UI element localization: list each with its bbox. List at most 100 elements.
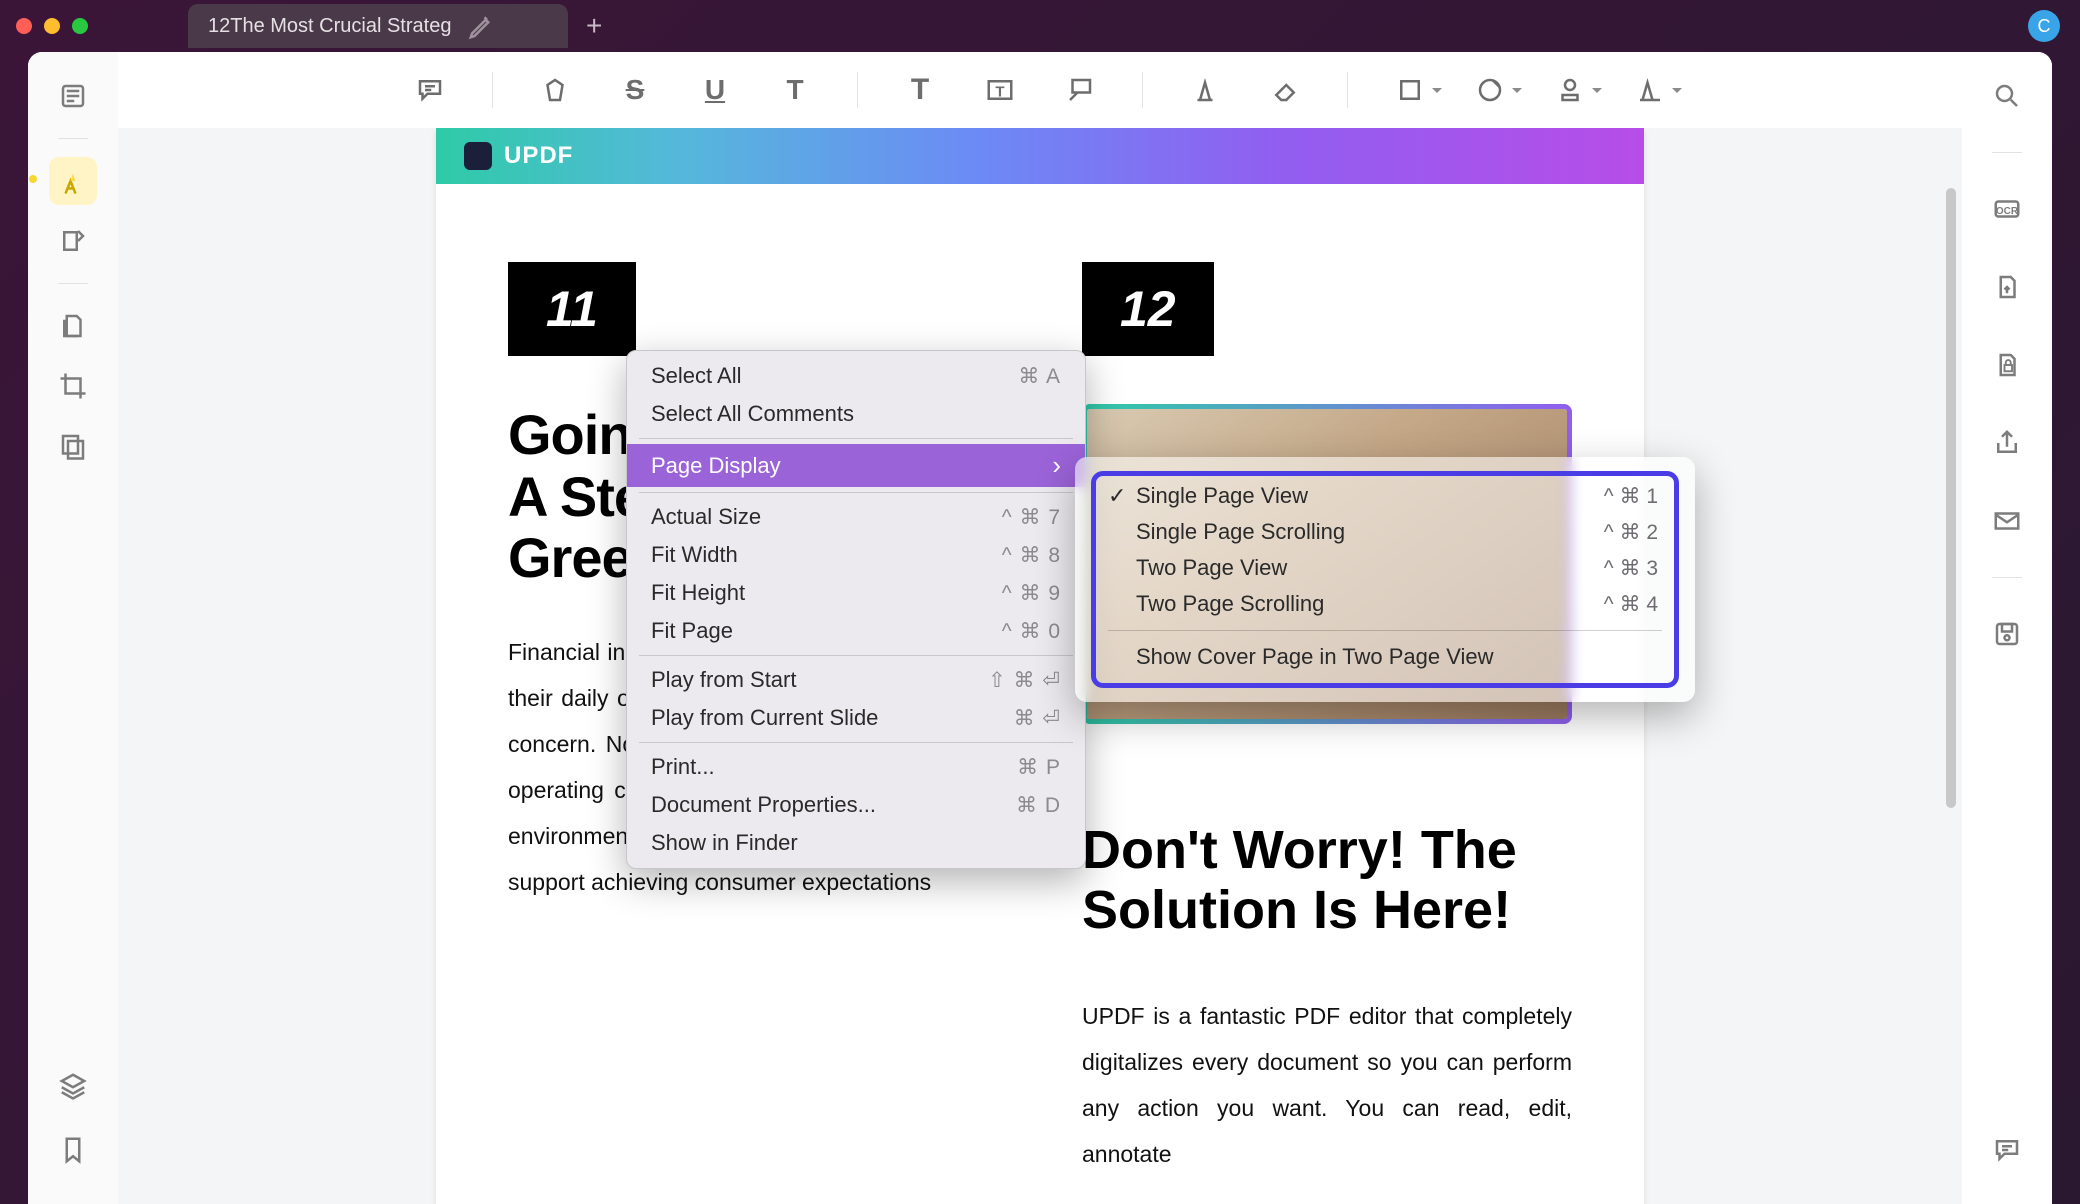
notes-panel-button[interactable]	[1983, 1126, 2031, 1174]
sidebar-separator	[1992, 152, 2022, 153]
submenu-item-shortcut: ^ ⌘ 1	[1604, 484, 1658, 509]
search-button[interactable]	[1983, 72, 2031, 120]
callout-tool-button[interactable]	[1062, 72, 1098, 108]
document-tab[interactable]: 12The Most Crucial Strateg	[188, 4, 568, 48]
menu-item[interactable]: Show in Finder	[627, 824, 1085, 862]
menu-separator	[639, 438, 1073, 439]
submenu-item[interactable]: Two Page Scrolling^ ⌘ 4	[1102, 586, 1668, 622]
strikethrough-tool-button[interactable]: S	[617, 72, 653, 108]
menu-item-shortcut: ^ ⌘ 9	[1002, 581, 1061, 606]
eraser-tool-button[interactable]	[1267, 72, 1303, 108]
user-avatar[interactable]: C	[2028, 10, 2060, 42]
menu-item[interactable]: Select All⌘ A	[627, 357, 1085, 395]
edit-mode-button[interactable]	[49, 217, 97, 265]
submenu-item-label: Single Page View	[1136, 483, 1308, 509]
chevron-right-icon: ›	[1052, 450, 1061, 481]
menu-item[interactable]: Document Properties...⌘ D	[627, 786, 1085, 824]
convert-button[interactable]	[1983, 263, 2031, 311]
text-tool-button[interactable]: T	[902, 72, 938, 108]
squiggly-tool-button[interactable]: T	[777, 72, 813, 108]
menu-item-shortcut: ⇧ ⌘ ⏎	[988, 668, 1061, 693]
submenu-highlight-box: ✓ Single Page View ^ ⌘ 1 Single Page Scroll…	[1091, 471, 1679, 688]
submenu-item-label: Two Page View	[1136, 555, 1287, 581]
submenu-item-label: Single Page Scrolling	[1136, 519, 1345, 545]
sidebar-separator	[58, 138, 88, 139]
pencil-tool-button[interactable]	[1187, 72, 1223, 108]
organize-pages-button[interactable]	[49, 302, 97, 350]
menu-item-label: Play from Start	[651, 667, 796, 693]
menu-separator	[639, 742, 1073, 743]
menu-item[interactable]: Select All Comments	[627, 395, 1085, 433]
right-sidebar: OCR	[1962, 52, 2052, 1204]
comment-tool-button[interactable]	[412, 72, 448, 108]
context-menu: Select All⌘ ASelect All Comments Page Dis…	[626, 350, 1086, 869]
right-body-text: UPDF is a fantastic PDF editor that comp…	[1082, 993, 1572, 1177]
left-sidebar	[28, 52, 118, 1204]
right-heading: Don't Worry! The Solution Is Here!	[1082, 820, 1572, 941]
menu-item[interactable]: Fit Page^ ⌘ 0	[627, 612, 1085, 650]
menu-item[interactable]: Play from Start ⇧ ⌘ ⏎	[627, 661, 1085, 699]
submenu-item-shortcut: ^ ⌘ 4	[1604, 592, 1658, 617]
menu-item-shortcut: ^ ⌘ 7	[1002, 505, 1061, 530]
menu-item-label: Play from Current Slide	[651, 705, 878, 731]
highlight-tool-button[interactable]	[537, 72, 573, 108]
submenu-item[interactable]: ✓ Single Page View ^ ⌘ 1	[1102, 478, 1668, 514]
menu-item[interactable]: Print...⌘ P	[627, 748, 1085, 786]
shape-tool-button[interactable]	[1392, 72, 1428, 108]
share-button[interactable]	[1983, 419, 2031, 467]
svg-text:T: T	[995, 83, 1004, 100]
menu-item[interactable]: Page Display›	[627, 444, 1085, 487]
sidebar-separator	[1992, 577, 2022, 578]
textbox-tool-button[interactable]: T	[982, 72, 1018, 108]
bookmark-button[interactable]	[49, 1126, 97, 1174]
page-number: 11	[508, 272, 636, 356]
menu-item-label: Document Properties...	[651, 792, 876, 818]
menu-item[interactable]: Play from Current Slide ⌘ ⏎	[627, 699, 1085, 737]
reader-mode-button[interactable]	[49, 72, 97, 120]
menu-item-shortcut: ⌘ A	[1018, 364, 1061, 389]
menu-item-label: Actual Size	[651, 504, 761, 530]
scrollbar-track[interactable]	[1944, 128, 1956, 1204]
menu-item[interactable]: Actual Size ^ ⌘ 7	[627, 498, 1085, 536]
titlebar: 12The Most Crucial Strateg +	[0, 0, 2080, 52]
toolbar-separator	[857, 72, 858, 108]
toolbar-separator	[1347, 72, 1348, 108]
signature-tool-button[interactable]	[1632, 72, 1668, 108]
new-tab-button[interactable]: +	[586, 10, 602, 42]
submenu-item-shortcut: ^ ⌘ 3	[1604, 556, 1658, 581]
check-icon: ✓	[1108, 483, 1126, 509]
page-banner: UPDF	[436, 128, 1644, 184]
save-button[interactable]	[1983, 610, 2031, 658]
submenu-item[interactable]: Show Cover Page in Two Page View	[1102, 639, 1668, 675]
submenu-item[interactable]: Single Page Scrolling^ ⌘ 2	[1102, 514, 1668, 550]
layers-button[interactable]	[49, 1062, 97, 1110]
ocr-button[interactable]: OCR	[1983, 185, 2031, 233]
scrollbar-thumb[interactable]	[1946, 188, 1956, 808]
brand-label: UPDF	[504, 142, 573, 170]
email-button[interactable]	[1983, 497, 2031, 545]
menu-separator	[639, 492, 1073, 493]
menu-item[interactable]: Fit Height ^ ⌘ 9	[627, 574, 1085, 612]
maximize-window-button[interactable]	[72, 18, 88, 34]
annotate-mode-button[interactable]	[49, 157, 97, 205]
minimize-window-button[interactable]	[44, 18, 60, 34]
page-tools-button[interactable]	[49, 422, 97, 470]
stamp-tool-button[interactable]	[1552, 72, 1588, 108]
menu-item[interactable]: Fit Width^ ⌘ 8	[627, 536, 1085, 574]
menu-item-label: Fit Width	[651, 542, 738, 568]
submenu-item[interactable]: Two Page View ^ ⌘ 3	[1102, 550, 1668, 586]
updf-logo-icon	[464, 142, 492, 170]
right-column: 12 Don't Worry! The Solution Is Here! UP…	[1082, 262, 1572, 1177]
menu-item-shortcut: ⌘ P	[1017, 755, 1061, 780]
crop-tool-button[interactable]	[49, 362, 97, 410]
page-number-badge: 12	[1082, 262, 1214, 356]
menu-item-label: Fit Height	[651, 580, 745, 606]
underline-tool-button[interactable]: U	[697, 72, 733, 108]
protect-button[interactable]	[1983, 341, 2031, 389]
sticker-tool-button[interactable]	[1472, 72, 1508, 108]
close-window-button[interactable]	[16, 18, 32, 34]
tab-edit-icon[interactable]	[467, 11, 497, 41]
menu-item-shortcut: ⌘ ⏎	[1014, 706, 1061, 731]
page-number: 12	[1082, 272, 1214, 356]
annotation-toolbar: S U T T T	[118, 52, 1962, 128]
